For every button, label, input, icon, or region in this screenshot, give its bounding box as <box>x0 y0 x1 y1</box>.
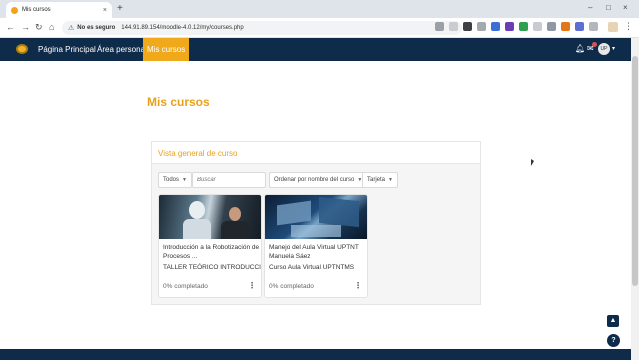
profile-avatar-icon[interactable] <box>608 22 618 32</box>
course-search-input[interactable] <box>192 172 266 188</box>
caret-down-icon: ▼ <box>182 177 187 183</box>
maximize-button[interactable]: □ <box>606 3 611 13</box>
tab-title: Mis cursos <box>22 7 51 13</box>
notification-bell-icon[interactable]: 🔔︎ <box>575 44 585 53</box>
fox-extension-icon[interactable] <box>561 22 570 31</box>
reload-icon[interactable]: ↻ <box>35 22 43 33</box>
person-body <box>221 221 249 239</box>
site-logo-icon[interactable] <box>16 44 28 54</box>
message-badge <box>592 42 597 47</box>
browser-tabstrip: Mis cursos × + – □ × <box>0 0 639 18</box>
course-actions-menu-icon[interactable]: ⋮ <box>354 281 362 290</box>
robot-figure <box>189 201 205 219</box>
translate-extension-icon[interactable] <box>575 22 584 31</box>
course-card[interactable]: Introducción a la Robotización de Proces… <box>158 194 262 298</box>
url-text: 144.91.89.154/moodle-4.0.12/my/courses.p… <box>121 25 244 31</box>
view-mode-dropdown[interactable]: Tarjeta ▼ <box>362 172 398 188</box>
close-window-button[interactable]: × <box>623 3 628 13</box>
course-card[interactable]: Manejo del Aula Virtual UPTNT Manuela Sá… <box>264 194 368 298</box>
page-footer <box>0 349 631 360</box>
view-mode-label: Tarjeta <box>367 177 386 183</box>
course-progress-text: 0% completado <box>163 283 208 290</box>
robot-body <box>183 219 211 239</box>
screen-panel <box>291 225 341 237</box>
help-button[interactable]: ? <box>607 334 620 347</box>
warning-triangle-icon: ⚠ <box>68 25 75 32</box>
page-scrollbar[interactable] <box>631 38 639 360</box>
camera-extension-icon[interactable] <box>477 22 486 31</box>
back-to-top-button[interactable]: ▲ <box>607 315 619 327</box>
gear-extension-icon[interactable] <box>547 22 556 31</box>
home-icon[interactable]: ⌂ <box>49 22 54 33</box>
mouse-cursor-icon <box>531 159 534 166</box>
sort-dropdown[interactable]: Ordenar por nombre del curso ▼ <box>269 172 368 188</box>
course-image-robot[interactable] <box>159 195 261 239</box>
course-actions-menu-icon[interactable]: ⋮ <box>248 281 256 290</box>
course-overview-block: Vista general de curso Todos▼ Ordenar po… <box>151 141 481 305</box>
tab-close-icon[interactable]: × <box>103 7 107 14</box>
puzzle-extensions-icon[interactable] <box>589 22 598 31</box>
nav-dashboard-link[interactable]: Área personal <box>97 38 147 61</box>
person-figure <box>229 207 241 221</box>
block-header: Vista general de curso <box>152 142 480 164</box>
browser-toolbar: ← → ↻ ⌂ ⚠ No es seguro 144.91.89.154/moo… <box>0 18 639 38</box>
insecure-label: No es seguro <box>77 25 116 31</box>
extension-icons <box>435 22 598 31</box>
course-name-link[interactable]: Manejo del Aula Virtual UPTNT Manuela Sá… <box>269 243 367 261</box>
caret-down-icon: ▼ <box>388 177 393 183</box>
chrome-menu-icon[interactable]: ⋮ <box>624 21 633 32</box>
bookmark-star-icon[interactable] <box>449 22 458 31</box>
course-progress-text: 0% completado <box>269 283 314 290</box>
block-title: Vista general de curso <box>158 149 238 158</box>
address-bar[interactable]: ⚠ No es seguro 144.91.89.154/moodle-4.0.… <box>62 21 462 35</box>
forward-arrow-icon[interactable]: → <box>21 22 30 33</box>
purple-extension-icon[interactable] <box>505 22 514 31</box>
scrollbar-thumb[interactable] <box>632 56 638 286</box>
browser-tab[interactable]: Mis cursos × <box>6 2 112 18</box>
screen-panel <box>277 200 311 226</box>
course-category: TALLER TEÓRICO INTRODUCCI... <box>163 264 261 271</box>
site-navbar: Página Principal Área personal Mis curso… <box>0 38 631 61</box>
page-title: Mis cursos <box>147 95 210 109</box>
nav-mycourses-link[interactable]: Mis cursos <box>143 38 190 61</box>
pen-extension-icon[interactable] <box>463 22 472 31</box>
course-image-classroom[interactable] <box>265 195 367 239</box>
chevron-down-icon[interactable]: ▾ <box>612 45 615 52</box>
back-arrow-icon[interactable]: ← <box>6 22 15 33</box>
new-tab-button[interactable]: + <box>117 3 123 15</box>
grouping-filter-label: Todos <box>163 177 180 183</box>
course-category: Curso Aula Virtual UPTNTMS <box>269 264 355 271</box>
green-extension-icon[interactable] <box>519 22 528 31</box>
screen-panel <box>319 196 359 228</box>
grouping-filter-dropdown[interactable]: Todos ▼ <box>158 172 192 188</box>
zoom-icon[interactable] <box>435 22 444 31</box>
moodle-favicon-icon <box>11 6 18 14</box>
user-avatar[interactable]: UP <box>598 43 610 55</box>
nav-home-link[interactable]: Página Principal <box>38 38 96 61</box>
course-name-link[interactable]: Introducción a la Robotización de Proces… <box>163 243 261 261</box>
blue-extension-icon[interactable] <box>491 22 500 31</box>
shield-extension-icon[interactable] <box>533 22 542 31</box>
minimize-button[interactable]: – <box>588 3 592 13</box>
sort-label: Ordenar por nombre del curso <box>274 177 355 183</box>
